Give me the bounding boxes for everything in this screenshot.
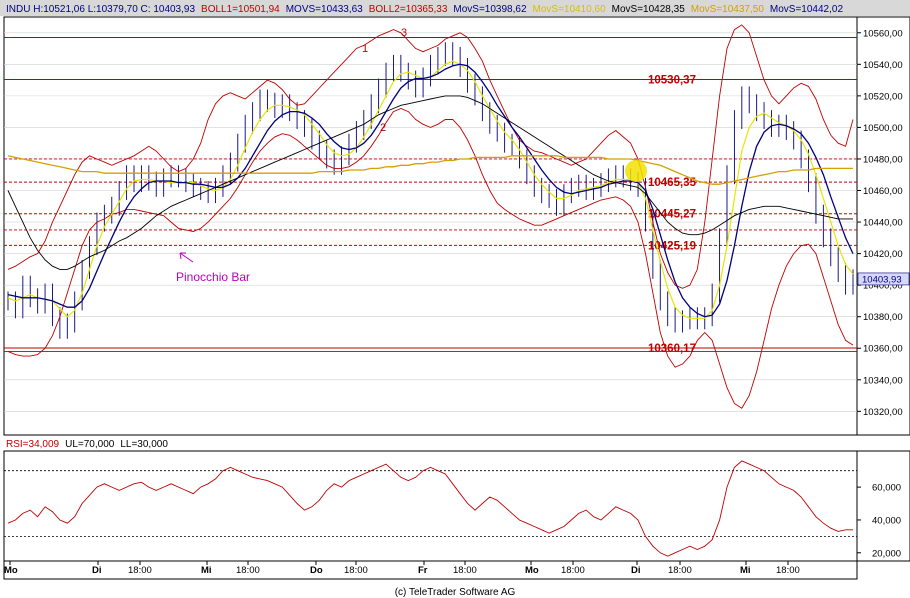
price-y-tick-label: 10420,00 <box>863 249 903 260</box>
price-y-tick-label: 10360,00 <box>863 344 903 355</box>
x-tick-label: Mo <box>525 565 539 576</box>
wave-label: 2 <box>380 122 386 134</box>
x-tick-label: Mi <box>201 565 212 576</box>
rsi-header-legend: RSI=34,009 UL=70,000 LL=30,000 <box>6 439 168 450</box>
x-tick-label: Mi <box>740 565 751 576</box>
header-legend: INDU H:10521,06 L:10379,70 C: 10403,93 BO… <box>6 4 843 15</box>
header-item-5: MovS=10410,60 <box>533 4 607 15</box>
copyright-text: (c) TeleTrader Software AG <box>395 587 516 598</box>
rsi-header-item-2: LL=30,000 <box>120 439 168 450</box>
price-y-tick-label: 10340,00 <box>863 375 903 386</box>
header-item-2: MOVS=10433,63 <box>286 4 363 15</box>
x-tick-label: Mo <box>4 565 18 576</box>
pinocchio-bar-label: Pinocchio Bar <box>176 270 250 284</box>
x-tick-label: 18:00 <box>128 565 152 576</box>
level-label: 10530,37 <box>648 75 696 87</box>
rsi-header-item-0: RSI=34,009 <box>6 439 60 450</box>
wave-label: 1 <box>362 43 368 55</box>
x-tick-label: 18:00 <box>453 565 477 576</box>
x-tick-label: Do <box>310 565 323 576</box>
x-tick-label: Fr <box>418 565 428 576</box>
highlight-circle <box>625 160 647 182</box>
price-y-tick-label: 10380,00 <box>863 312 903 323</box>
header-item-0: INDU H:10521,06 L:10379,70 C: 10403,93 <box>6 4 195 15</box>
x-tick-label: 18:00 <box>668 565 692 576</box>
rsi-header-item-1: UL=70,000 <box>65 439 115 450</box>
header-item-7: MovS=10437,50 <box>691 4 765 15</box>
rsi-y-tick-label: 20,000 <box>872 548 901 559</box>
price-y-tick-label: 10440,00 <box>863 218 903 229</box>
header-item-3: BOLL2=10365,33 <box>369 4 448 15</box>
price-y-tick-label: 10540,00 <box>863 60 903 71</box>
wave-label: 3 <box>401 27 407 39</box>
x-tick-label: Di <box>631 565 641 576</box>
last-value-label: 10403,93 <box>862 274 902 285</box>
level-label: 10465,35 <box>648 177 697 189</box>
x-tick-label: Di <box>92 565 102 576</box>
x-tick-label: 18:00 <box>561 565 585 576</box>
header-item-6: MovS=10428,35 <box>612 4 686 15</box>
header-item-4: MovS=10398,62 <box>453 4 527 15</box>
header-item-1: BOLL1=10501,94 <box>201 4 280 15</box>
chart-window: INDU H:10521,06 L:10379,70 C: 10403,93 BO… <box>0 0 910 598</box>
rsi-y-tick-label: 60,000 <box>872 483 901 494</box>
price-y-tick-label: 10480,00 <box>863 154 903 165</box>
price-y-tick-label: 10560,00 <box>863 28 903 39</box>
rsi-y-tick-label: 40,000 <box>872 515 901 526</box>
header-item-8: MovS=10442,02 <box>770 4 844 15</box>
price-y-tick-label: 10460,00 <box>863 186 903 197</box>
price-y-tick-label: 10520,00 <box>863 91 903 102</box>
x-tick-label: 18:00 <box>236 565 260 576</box>
x-tick-label: 18:00 <box>776 565 800 576</box>
rsi-axis-strip <box>856 450 910 562</box>
level-label: 10360,17 <box>648 343 696 355</box>
price-y-tick-label: 10500,00 <box>863 123 903 134</box>
price-y-tick-label: 10320,00 <box>863 407 903 418</box>
x-tick-label: 18:00 <box>344 565 368 576</box>
